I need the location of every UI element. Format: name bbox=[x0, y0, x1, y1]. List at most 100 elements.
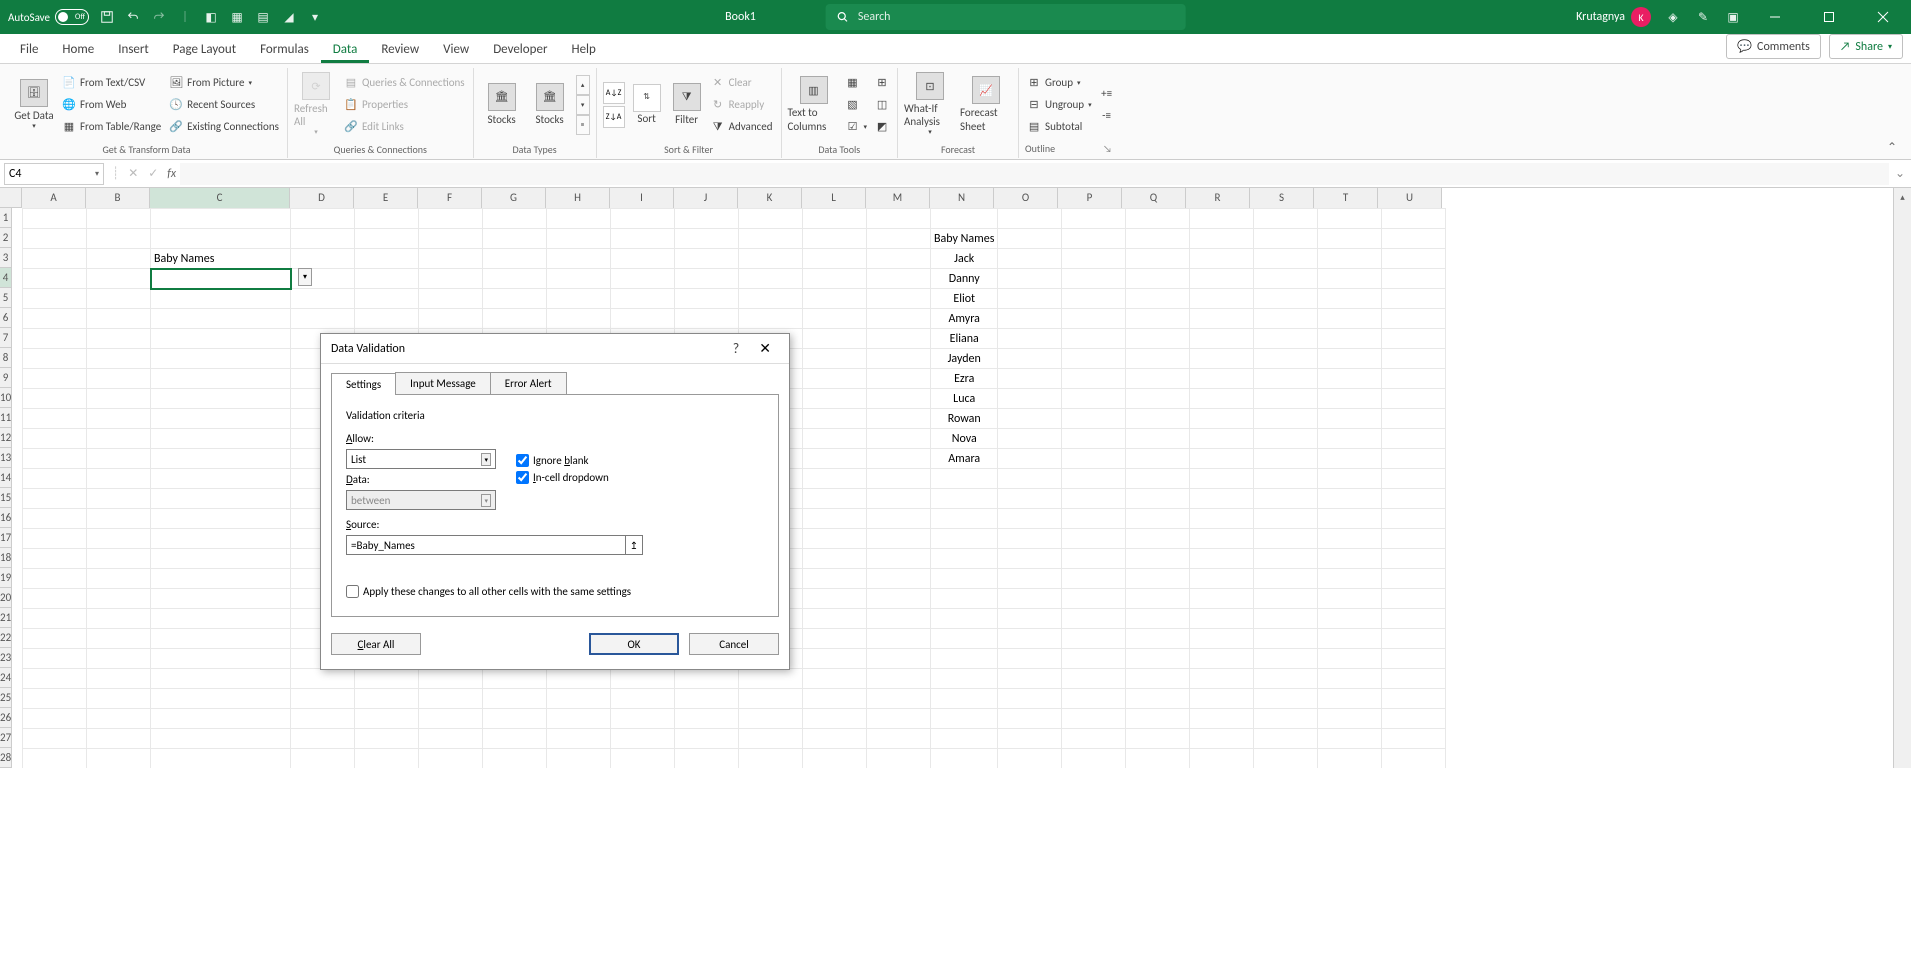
cell-J25[interactable] bbox=[675, 689, 739, 709]
incell-dropdown-checkbox[interactable]: In-cell dropdown bbox=[516, 471, 609, 484]
cell-T8[interactable] bbox=[1318, 349, 1382, 369]
sort-asc-button[interactable]: A↓Z bbox=[603, 82, 625, 104]
cell-T26[interactable] bbox=[1318, 709, 1382, 729]
cell-P10[interactable] bbox=[1062, 389, 1126, 409]
cell-M22[interactable] bbox=[867, 629, 931, 649]
cell-S14[interactable] bbox=[1254, 469, 1318, 489]
cell-R10[interactable] bbox=[1190, 389, 1254, 409]
cell-F28[interactable] bbox=[419, 749, 483, 769]
cell-R17[interactable] bbox=[1190, 529, 1254, 549]
cell-P8[interactable] bbox=[1062, 349, 1126, 369]
cell-I28[interactable] bbox=[611, 749, 675, 769]
cell-O8[interactable] bbox=[998, 349, 1062, 369]
cell-B14[interactable] bbox=[87, 469, 151, 489]
cell-Q8[interactable] bbox=[1126, 349, 1190, 369]
cell-Q2[interactable] bbox=[1126, 229, 1190, 249]
col-header-J[interactable]: J bbox=[674, 188, 738, 209]
cell-M16[interactable] bbox=[867, 509, 931, 529]
cell-B2[interactable] bbox=[87, 229, 151, 249]
cell-J1[interactable] bbox=[675, 209, 739, 229]
cell-S1[interactable] bbox=[1254, 209, 1318, 229]
cell-G4[interactable] bbox=[483, 269, 547, 289]
cell-N22[interactable] bbox=[931, 629, 998, 649]
row-header-24[interactable]: 24 bbox=[0, 668, 12, 688]
cell-C13[interactable] bbox=[151, 449, 291, 469]
col-header-A[interactable]: A bbox=[22, 188, 86, 209]
cell-A26[interactable] bbox=[23, 709, 87, 729]
cell-R7[interactable] bbox=[1190, 329, 1254, 349]
cell-Q18[interactable] bbox=[1126, 549, 1190, 569]
cell-S9[interactable] bbox=[1254, 369, 1318, 389]
cell-O26[interactable] bbox=[998, 709, 1062, 729]
cell-L3[interactable] bbox=[803, 249, 867, 269]
cell-D27[interactable] bbox=[291, 729, 355, 749]
cell-P4[interactable] bbox=[1062, 269, 1126, 289]
cell-S10[interactable] bbox=[1254, 389, 1318, 409]
filter-button[interactable]: ⧩Filter bbox=[669, 70, 705, 140]
dialog-close-button[interactable]: ✕ bbox=[751, 340, 779, 357]
cell-S11[interactable] bbox=[1254, 409, 1318, 429]
apply-all-checkbox[interactable]: Apply these changes to all other cells w… bbox=[346, 585, 764, 598]
cell-B21[interactable] bbox=[87, 609, 151, 629]
row-header-10[interactable]: 10 bbox=[0, 388, 12, 408]
cell-M10[interactable] bbox=[867, 389, 931, 409]
cell-U6[interactable] bbox=[1382, 309, 1446, 329]
cell-K6[interactable] bbox=[739, 309, 803, 329]
cell-T18[interactable] bbox=[1318, 549, 1382, 569]
cell-B24[interactable] bbox=[87, 669, 151, 689]
cell-D5[interactable] bbox=[291, 289, 355, 309]
cell-R20[interactable] bbox=[1190, 589, 1254, 609]
datatypes-up[interactable]: ▴ bbox=[576, 75, 590, 95]
stocks1-button[interactable]: 🏛Stocks bbox=[480, 70, 524, 140]
row-header-27[interactable]: 27 bbox=[0, 728, 12, 748]
scroll-up-icon[interactable]: ▴ bbox=[1894, 188, 1911, 206]
cell-Q12[interactable] bbox=[1126, 429, 1190, 449]
row-header-23[interactable]: 23 bbox=[0, 648, 12, 668]
cell-F27[interactable] bbox=[419, 729, 483, 749]
qat-icon-2[interactable]: ▦ bbox=[229, 9, 245, 25]
cell-A19[interactable] bbox=[23, 569, 87, 589]
cell-T13[interactable] bbox=[1318, 449, 1382, 469]
cell-L1[interactable] bbox=[803, 209, 867, 229]
cell-A7[interactable] bbox=[23, 329, 87, 349]
row-header-1[interactable]: 1 bbox=[0, 208, 12, 228]
cell-F6[interactable] bbox=[419, 309, 483, 329]
cell-S19[interactable] bbox=[1254, 569, 1318, 589]
cell-B19[interactable] bbox=[87, 569, 151, 589]
cell-U23[interactable] bbox=[1382, 649, 1446, 669]
cell-K3[interactable] bbox=[739, 249, 803, 269]
cell-T6[interactable] bbox=[1318, 309, 1382, 329]
cell-P14[interactable] bbox=[1062, 469, 1126, 489]
cell-E25[interactable] bbox=[355, 689, 419, 709]
cell-N18[interactable] bbox=[931, 549, 998, 569]
datatypes-more[interactable]: ≡ bbox=[576, 115, 590, 135]
cell-T25[interactable] bbox=[1318, 689, 1382, 709]
cell-G3[interactable] bbox=[483, 249, 547, 269]
pen-icon[interactable]: ✎ bbox=[1695, 9, 1711, 25]
cell-T19[interactable] bbox=[1318, 569, 1382, 589]
cancel-button[interactable]: Cancel bbox=[689, 633, 779, 655]
cell-L4[interactable] bbox=[803, 269, 867, 289]
cell-A21[interactable] bbox=[23, 609, 87, 629]
cell-D6[interactable] bbox=[291, 309, 355, 329]
cell-S15[interactable] bbox=[1254, 489, 1318, 509]
comments-button[interactable]: 💬 Comments bbox=[1726, 34, 1821, 59]
range-picker-button[interactable]: ↥ bbox=[625, 535, 643, 555]
cell-L12[interactable] bbox=[803, 429, 867, 449]
cell-F3[interactable] bbox=[419, 249, 483, 269]
cell-R19[interactable] bbox=[1190, 569, 1254, 589]
cell-N10[interactable]: Luca bbox=[931, 389, 998, 409]
data-validation-button[interactable]: ☑▾ bbox=[844, 117, 870, 137]
cell-O12[interactable] bbox=[998, 429, 1062, 449]
col-header-F[interactable]: F bbox=[418, 188, 482, 209]
share-button[interactable]: ↗ Share ▾ bbox=[1829, 34, 1903, 59]
advanced-filter-button[interactable]: ⧩Advanced bbox=[709, 117, 775, 137]
close-button[interactable] bbox=[1863, 1, 1903, 33]
cell-U18[interactable] bbox=[1382, 549, 1446, 569]
cell-L2[interactable] bbox=[803, 229, 867, 249]
cell-D1[interactable] bbox=[291, 209, 355, 229]
ok-button[interactable]: OK bbox=[589, 633, 679, 655]
cell-L14[interactable] bbox=[803, 469, 867, 489]
cancel-formula-button[interactable]: ✕ bbox=[123, 166, 143, 181]
cell-N11[interactable]: Rowan bbox=[931, 409, 998, 429]
